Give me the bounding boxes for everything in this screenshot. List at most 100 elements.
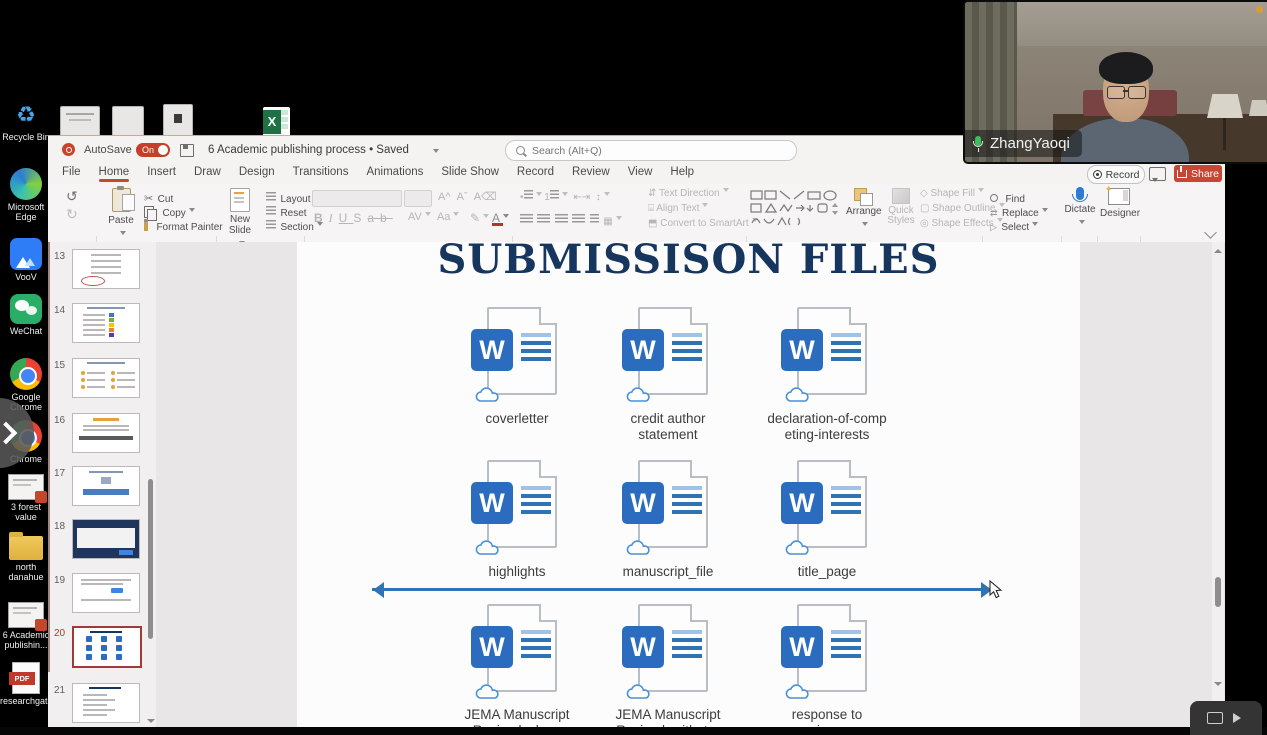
slide-thumbnail-16[interactable] <box>72 413 140 453</box>
smartart-button[interactable]: ⬒ Convert to SmartArt <box>648 218 758 229</box>
ribbon-tab-help[interactable]: Help <box>668 163 696 181</box>
highlight-button[interactable]: ✎ <box>470 211 489 225</box>
ribbon-tab-slide-show[interactable]: Slide Show <box>439 163 501 181</box>
ribbon-tab-design[interactable]: Design <box>237 163 277 181</box>
scroll-down-icon[interactable] <box>1214 682 1222 690</box>
slide-thumbnail-21[interactable] <box>72 683 140 723</box>
word-logo: W <box>622 626 664 668</box>
file-label: coverletter <box>437 411 597 427</box>
redo-button[interactable]: ↻ <box>66 206 78 223</box>
word-file-icon[interactable]: W <box>616 307 720 403</box>
window-thumbnail-1[interactable] <box>60 106 100 138</box>
font-name-box[interactable] <box>312 190 402 207</box>
file-label: manuscript_file <box>588 564 748 580</box>
desktop-icon-slideRed2[interactable]: 6 Academic publishin... <box>0 602 52 650</box>
arrange-button[interactable]: Arrange <box>846 188 880 235</box>
text-direction-button[interactable]: ⇵ Text Direction <box>648 188 729 199</box>
paste-button[interactable]: Paste <box>106 188 136 228</box>
ribbon-tab-review[interactable]: Review <box>570 163 612 181</box>
word-logo: W <box>471 329 513 371</box>
slide-20[interactable]: SUBMISSISON FILES WcoverletterWcredit au… <box>297 242 1080 729</box>
search-placeholder: Search (Alt+Q) <box>532 145 602 157</box>
slide-title[interactable]: SUBMISSISON FILES <box>297 242 1080 283</box>
desktop-icon-edge[interactable]: Microsoft Edge <box>0 168 52 222</box>
comments-icon[interactable] <box>1149 167 1166 181</box>
slide-thumbnail-14[interactable] <box>72 303 140 343</box>
designer-icon: ✦ <box>1108 188 1130 205</box>
word-file-icon[interactable]: W <box>465 604 569 700</box>
word-file-icon[interactable]: W <box>465 460 569 556</box>
desktop-icon-slideRed[interactable]: 3 forest value <box>0 474 52 522</box>
title-dropdown-icon[interactable] <box>433 149 439 156</box>
word-file-icon[interactable]: W <box>775 604 879 700</box>
file-label: response to reviewers <box>747 707 907 729</box>
grow-font-button[interactable]: A^ Aˇ A⌫ <box>438 190 497 203</box>
dictate-button[interactable]: Dictate <box>1064 187 1096 233</box>
scroll-up-icon[interactable] <box>1214 245 1222 253</box>
mic-icon <box>973 136 983 152</box>
window-thumbnail-3[interactable] <box>163 104 193 138</box>
font-style-buttons[interactable]: BIUSab <box>314 211 393 226</box>
ribbon-tab-transitions[interactable]: Transitions <box>291 163 351 181</box>
ribbon-tab-file[interactable]: File <box>60 163 83 181</box>
search-box[interactable]: Search (Alt+Q) <box>505 140 797 161</box>
document-title[interactable]: 6 Academic publishing process • Saved <box>208 144 409 156</box>
slide-thumbnail-13[interactable] <box>72 249 140 289</box>
designer-button[interactable]: ✦ Designer <box>1100 188 1138 219</box>
webcam-video[interactable]: ZhangYaoqi <box>963 0 1267 164</box>
window-thumbnail-2[interactable] <box>112 106 144 138</box>
file-label: title_page <box>747 564 907 580</box>
font-extra-buttons[interactable]: AV Aa <box>408 211 459 223</box>
align-text-button[interactable]: ⌸ Align Text <box>648 203 708 214</box>
word-file-icon[interactable]: W <box>775 307 879 403</box>
bottom-bar <box>0 727 1267 735</box>
desktop-icon-folder[interactable]: north danahue <box>0 536 52 582</box>
slide-thumbnail-20[interactable] <box>72 626 142 668</box>
record-button[interactable]: Record <box>1087 165 1145 184</box>
select-button[interactable]: ▷ Select <box>990 217 1038 235</box>
desktop-icon-pdf[interactable]: PDFresearchgate <box>0 662 52 706</box>
save-icon[interactable] <box>180 144 194 157</box>
powerpoint-window: AutoSave On 6 Academic publishing proces… <box>48 135 1225 729</box>
undo-button[interactable]: ↺ <box>66 188 78 205</box>
list-buttons[interactable]: • 1 ⇤⇥ ↕ <box>520 190 610 203</box>
word-file-icon[interactable]: W <box>465 307 569 403</box>
font-color-button[interactable]: A <box>492 211 509 226</box>
ribbon-tab-view[interactable]: View <box>626 163 655 181</box>
autosave-toggle[interactable]: On <box>136 143 170 157</box>
slide-thumbnail-17[interactable] <box>72 466 140 506</box>
status-dot <box>1256 6 1263 13</box>
collapse-ribbon-icon[interactable] <box>1204 226 1217 239</box>
slide-thumbnail-19[interactable] <box>72 573 140 613</box>
word-file-icon[interactable]: W <box>775 460 879 556</box>
ribbon-tab-animations[interactable]: Animations <box>364 163 425 181</box>
mouse-cursor <box>988 580 1003 600</box>
font-size-box[interactable] <box>404 190 432 207</box>
ribbon-tab-record[interactable]: Record <box>515 163 556 181</box>
slide-thumbnail-15[interactable] <box>72 358 140 398</box>
share-button[interactable]: Share <box>1174 165 1222 182</box>
word-file-icon[interactable]: W <box>616 604 720 700</box>
ribbon-tab-home[interactable]: Home <box>97 163 132 181</box>
thumbnail-scrollbar[interactable] <box>148 479 153 639</box>
desktop-icon-wechat[interactable]: WeChat <box>0 294 52 336</box>
desktop-icon-recycle[interactable]: ♻Recycle Bin <box>0 100 52 142</box>
ribbon-tabs: File Home Insert Draw Design Transitions Anima… <box>60 163 696 181</box>
meeting-corner-widget[interactable] <box>1190 701 1262 735</box>
align-buttons[interactable]: ▦ <box>520 211 622 229</box>
cloud-sync-icon <box>783 387 813 404</box>
ribbon-tab-insert[interactable]: Insert <box>145 163 178 181</box>
excel-icon[interactable]: X <box>263 107 290 137</box>
shape-fill-button[interactable]: ◇ Shape Fill <box>920 188 984 199</box>
slide-thumbnail-18[interactable] <box>72 519 140 559</box>
ribbon-tab-draw[interactable]: Draw <box>192 163 223 181</box>
double-arrow-line[interactable] <box>372 588 984 591</box>
record-icon <box>1093 170 1102 179</box>
shapes-gallery[interactable] <box>750 189 840 229</box>
format-painter-button[interactable]: Format Painter <box>144 217 223 235</box>
quick-styles-button[interactable]: Quick Styles <box>886 188 916 226</box>
word-file-icon[interactable]: W <box>616 460 720 556</box>
thumbnail-scroll-down-icon[interactable] <box>147 719 155 727</box>
canvas-scrollbar[interactable] <box>1212 242 1224 729</box>
desktop-icon-voov[interactable]: VooV <box>0 238 52 282</box>
